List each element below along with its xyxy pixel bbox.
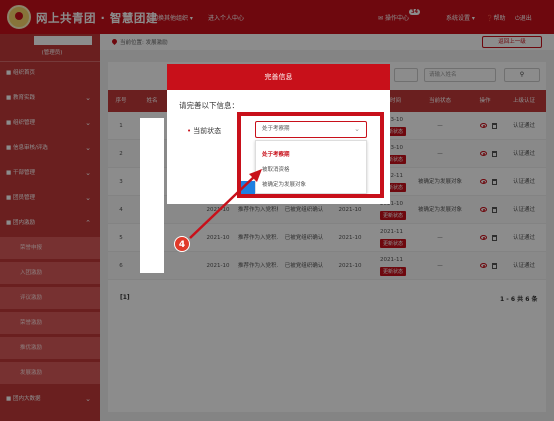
arrow-icon xyxy=(189,169,262,239)
step-number-badge: 4 xyxy=(174,236,190,252)
